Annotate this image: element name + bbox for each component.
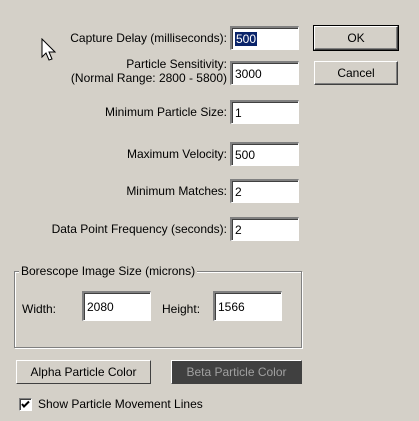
height-input[interactable]: 1566 (213, 291, 282, 321)
width-input[interactable]: 2080 (82, 291, 151, 321)
data-point-frequency-input[interactable]: 2 (230, 217, 299, 241)
max-velocity-label: Maximum Velocity: (126, 147, 227, 161)
height-label: Height: (162, 302, 201, 316)
mouse-cursor-icon (41, 37, 59, 64)
show-movement-lines-label: Show Particle Movement Lines (38, 397, 203, 411)
show-movement-lines-checkbox[interactable] (19, 398, 32, 411)
min-particle-size-label: Minimum Particle Size: (104, 105, 227, 119)
checkmark-icon (21, 400, 30, 408)
min-matches-label: Minimum Matches: (126, 184, 227, 198)
particle-sensitivity-range-label: (Normal Range: 2800 - 5800) (70, 71, 227, 85)
width-label: Width: (22, 302, 57, 316)
particle-sensitivity-input[interactable]: 3000 (230, 61, 299, 85)
beta-particle-color-button[interactable]: Beta Particle Color (171, 360, 302, 384)
capture-delay-value: 500 (235, 32, 258, 46)
alpha-particle-color-button[interactable]: Alpha Particle Color (16, 360, 151, 384)
image-size-group-title: Borescope Image Size (microns) (19, 264, 198, 278)
max-velocity-input[interactable]: 500 (230, 142, 299, 166)
min-particle-size-input[interactable]: 1 (230, 100, 299, 124)
cancel-button[interactable]: Cancel (314, 61, 398, 85)
capture-delay-input[interactable]: 500 (230, 26, 299, 50)
min-matches-input[interactable]: 2 (230, 179, 299, 203)
particle-sensitivity-label: Particle Sensitivity: (126, 57, 227, 71)
data-point-frequency-label: Data Point Frequency (seconds): (51, 222, 227, 236)
capture-delay-label: Capture Delay (milliseconds): (70, 31, 227, 45)
ok-button[interactable]: OK (313, 25, 399, 51)
